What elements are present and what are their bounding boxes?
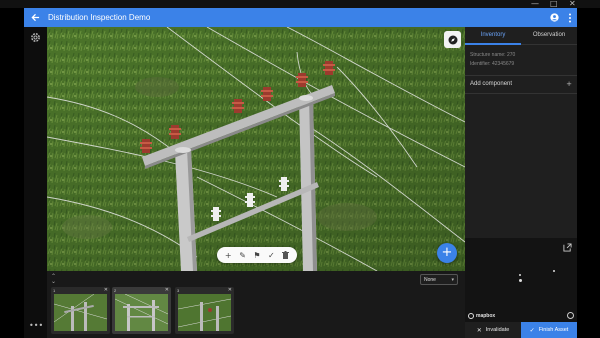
map-marker[interactable] <box>519 274 521 276</box>
minimize-button[interactable]: — <box>531 0 539 8</box>
compass-icon <box>448 35 457 44</box>
page-title: Distribution Inspection Demo <box>48 13 151 22</box>
map-marker-current[interactable] <box>519 279 522 282</box>
annotation-toolbar: + ✎ ⚑ ✓ <box>217 247 297 263</box>
remove-thumbnail-button[interactable]: ✕ <box>165 287 169 293</box>
thumbnail-index: 1 <box>53 288 56 293</box>
back-button[interactable] <box>26 8 44 27</box>
add-component-label: Add component <box>470 81 513 87</box>
add-icon[interactable]: + <box>566 80 572 88</box>
flag-tool-button[interactable]: ⚑ <box>251 250 262 261</box>
maximize-button[interactable]: □ <box>550 0 558 8</box>
add-annotation-fab[interactable]: + <box>437 243 457 263</box>
check-icon: ✓ <box>529 326 535 334</box>
add-component-row[interactable]: Add component + <box>470 80 572 88</box>
identifier: Identifier: 42345679 <box>470 61 515 67</box>
left-rail: ••• <box>24 27 47 338</box>
thumbnail-image <box>115 294 168 331</box>
trash-icon <box>282 251 290 259</box>
sort-select[interactable]: None ▾ <box>420 274 458 285</box>
thumbnail-3[interactable]: 3 ✕ <box>175 287 234 334</box>
finish-asset-label: Finish Asset <box>538 327 569 333</box>
location-map[interactable]: mapbox <box>465 238 577 322</box>
asset-panel: Inventory Observation Structure name: 27… <box>465 27 577 338</box>
gear-icon[interactable] <box>30 32 41 43</box>
overflow-menu-button[interactable] <box>562 8 578 27</box>
arrow-back-icon <box>30 13 39 22</box>
image-filmstrip: ⌃ ⌄ None ▾ 1 ✕ 2 ✕ 3 ✕ <box>47 271 465 338</box>
mapbox-label: mapbox <box>476 313 496 319</box>
thumbnail-image <box>54 294 107 331</box>
account-button[interactable] <box>546 8 562 27</box>
close-window-button[interactable]: ✕ <box>569 0 576 8</box>
thumbnail-index: 3 <box>177 288 180 293</box>
thumbnail-index: 2 <box>114 288 117 293</box>
open-in-new-icon[interactable] <box>563 243 572 252</box>
info-icon[interactable] <box>567 312 574 319</box>
remove-thumbnail-button[interactable]: ✕ <box>104 287 108 293</box>
map-marker[interactable] <box>553 270 555 272</box>
thumbnail-image <box>178 294 231 331</box>
delete-tool-button[interactable] <box>280 250 291 261</box>
invalidate-label: Invalidate <box>485 327 510 333</box>
window-edge <box>577 8 600 338</box>
pencil-tool-button[interactable]: ✎ <box>237 250 248 261</box>
mapbox-logo: mapbox <box>468 313 495 319</box>
tab-inventory[interactable]: Inventory <box>465 27 521 45</box>
compass-button[interactable] <box>444 31 461 48</box>
divider <box>465 75 577 76</box>
account-circle-icon <box>549 13 559 22</box>
inspection-image[interactable]: + ✎ ⚑ ✓ + <box>47 27 465 271</box>
finish-asset-button[interactable]: ✓ Finish Asset <box>521 322 577 338</box>
thumbnail-2[interactable]: 2 ✕ <box>112 287 171 334</box>
check-tool-button[interactable]: ✓ <box>266 250 277 261</box>
mapbox-icon <box>468 313 474 319</box>
sort-select-value: None <box>424 276 436 283</box>
divider <box>465 93 577 94</box>
add-tool-button[interactable]: + <box>223 250 234 261</box>
app-bar: Distribution Inspection Demo <box>24 8 578 27</box>
remove-thumbnail-button[interactable]: ✕ <box>228 287 232 293</box>
thumbnail-1[interactable]: 1 ✕ <box>51 287 110 334</box>
expand-toggle-icon[interactable]: ⌃ ⌄ <box>51 274 56 285</box>
structure-name: Structure name: 270 <box>470 52 516 58</box>
chevron-down-icon: ▾ <box>451 276 454 283</box>
window-titlebar: — □ ✕ <box>0 0 600 8</box>
utility-pole-photo <box>47 27 465 271</box>
more-vert-icon <box>569 13 571 22</box>
more-horiz-button[interactable]: ••• <box>29 321 43 330</box>
tab-observation[interactable]: Observation <box>521 27 577 44</box>
close-icon: ✕ <box>476 326 482 334</box>
invalidate-button[interactable]: ✕ Invalidate <box>465 322 521 338</box>
panel-tabs: Inventory Observation <box>465 27 577 45</box>
